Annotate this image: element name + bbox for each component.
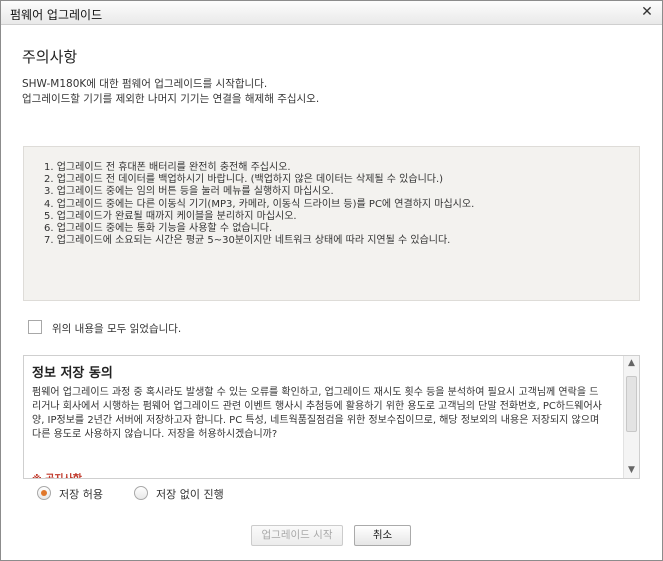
caution-desc-line-2: 업그레이드할 기기를 제외한 나머지 기기는 연결을 해제해 주십시오. [22, 93, 320, 105]
caution-header: 주의사항 SHW-M180K에 대한 펌웨어 업그레이드를 시작합니다. 업그레… [2, 26, 662, 116]
caution-title: 주의사항 [22, 48, 78, 66]
proceed-without-storage-label[interactable]: 저장 없이 진행 [156, 486, 224, 502]
notice-heading: ※ 공지사항 [32, 470, 82, 478]
scroll-thumb[interactable] [626, 376, 637, 432]
consent-title: 정보 저장 동의 [32, 366, 113, 381]
firmware-upgrade-dialog: 펌웨어 업그레이드 ✕ 주의사항 SHW-M180K에 대한 펌웨어 업그레이드… [0, 0, 663, 561]
start-upgrade-button[interactable]: 업그레이드 시작 [251, 525, 343, 546]
allow-storage-label[interactable]: 저장 허용 [59, 486, 103, 502]
notice-item: 4. 업그레이드 중에는 다른 이동식 기기(MP3, 카메라, 이동식 드라이… [44, 198, 475, 210]
notice-item: 3. 업그레이드 중에는 임의 버튼 등을 눌러 메뉴를 실행하지 마십시오. [44, 186, 334, 198]
allow-storage-radio[interactable] [37, 486, 51, 500]
notice-item: 7. 업그레이드에 소요되는 시간은 평균 5~30분이지만 네트워크 상태에 … [44, 235, 451, 247]
notice-list: 1. 업그레이드 전 휴대폰 배터리를 완전히 충전해 주십시오. 2. 업그레… [44, 162, 474, 247]
cancel-button[interactable]: 취소 [354, 525, 411, 546]
consent-text: 펌웨어 업그레이드 과정 중 혹시라도 발생할 수 있는 오류를 확인하고, 업… [32, 387, 602, 440]
notice-list-box: 1. 업그레이드 전 휴대폰 배터리를 완전히 충전해 주십시오. 2. 업그레… [23, 146, 640, 301]
agree-label[interactable]: 위의 내용을 모두 읽었습니다. [52, 321, 181, 336]
notice-item: 1. 업그레이드 전 휴대폰 배터리를 완전히 충전해 주십시오. [44, 162, 291, 173]
title-bar[interactable]: 펌웨어 업그레이드 ✕ [1, 1, 662, 25]
consent-scrollbar[interactable]: ▲ ▼ [623, 356, 639, 478]
window-title: 펌웨어 업그레이드 [10, 8, 103, 22]
scroll-up-arrow-icon[interactable]: ▲ [624, 356, 639, 371]
close-icon[interactable]: ✕ [638, 3, 656, 21]
agree-checkbox[interactable] [28, 320, 42, 334]
notice-item: 6. 업그레이드 중에는 통화 기능을 사용할 수 없습니다. [44, 223, 273, 235]
proceed-without-storage-radio[interactable] [134, 486, 148, 500]
caution-desc-line-1: SHW-M180K에 대한 펌웨어 업그레이드를 시작합니다. [22, 78, 268, 90]
notice-item: 5. 업그레이드가 완료될 때까지 케이블을 분리하지 마십시오. [44, 210, 297, 222]
caution-description: SHW-M180K에 대한 펌웨어 업그레이드를 시작합니다. 업그레이드할 기… [22, 77, 319, 107]
notice-item: 2. 업그레이드 전 데이터를 백업하시기 바랍니다. (백업하지 않은 데이터… [44, 174, 444, 186]
consent-panel: 정보 저장 동의 펌웨어 업그레이드 과정 중 혹시라도 발생할 수 있는 오류… [23, 355, 640, 479]
scroll-down-arrow-icon[interactable]: ▼ [624, 463, 639, 478]
dialog-body: 주의사항 SHW-M180K에 대한 펌웨어 업그레이드를 시작합니다. 업그레… [2, 26, 662, 560]
